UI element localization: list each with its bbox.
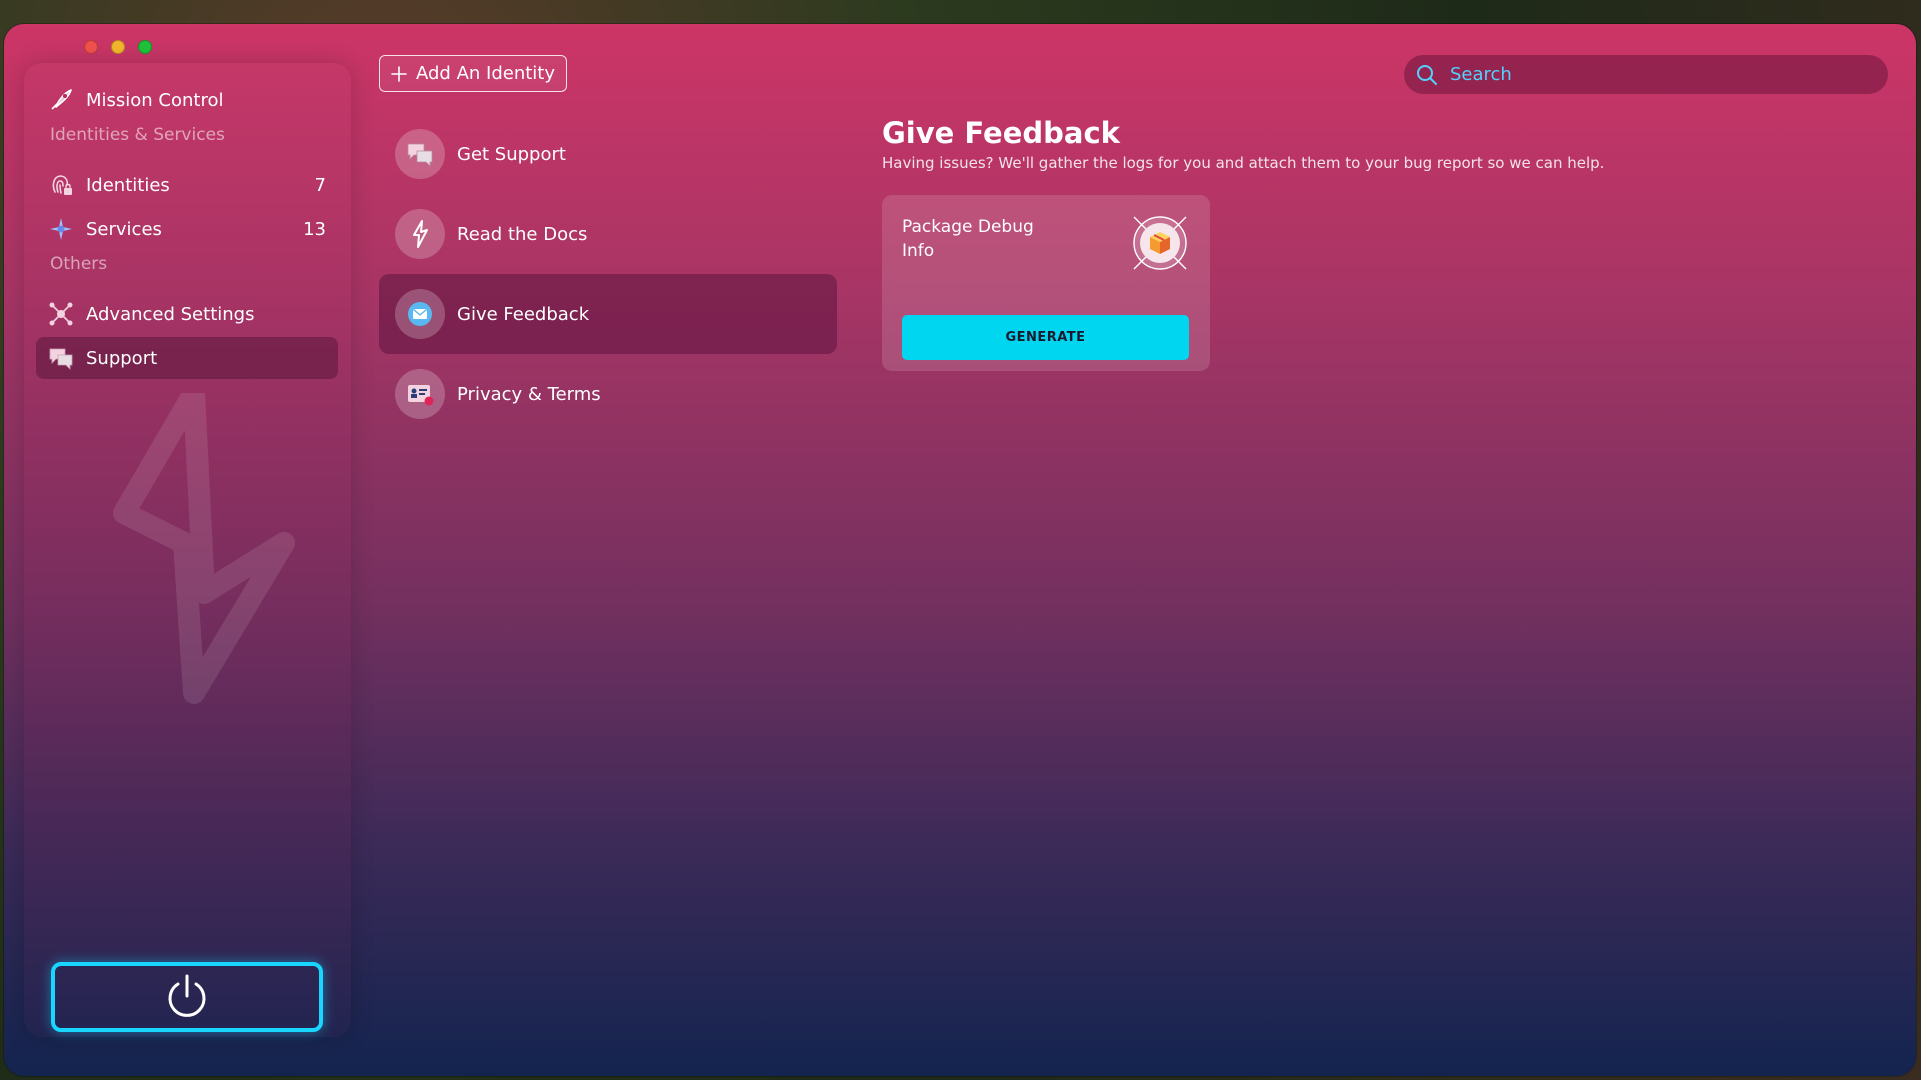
generate-button[interactable]: GENERATE — [902, 315, 1189, 360]
sidebar-item-label: Mission Control — [86, 89, 224, 111]
close-window-button[interactable] — [84, 40, 98, 54]
debug-info-card: Package Debug Info GENERATE — [882, 195, 1210, 371]
plus-icon — [391, 65, 407, 82]
page-title: Give Feedback — [882, 116, 1120, 150]
chat-bubbles-icon — [395, 129, 445, 179]
sidebar-item-label: Support — [86, 347, 158, 369]
fingerprint-lock-icon — [48, 172, 74, 198]
sidebar: Mission Control Identities & Services Id… — [24, 63, 351, 1037]
search-input[interactable] — [1448, 63, 1872, 86]
power-icon — [168, 974, 206, 1017]
add-identity-button[interactable]: Add An Identity — [379, 55, 567, 92]
id-card-icon — [395, 369, 445, 419]
sidebar-item-support[interactable]: Support — [36, 337, 338, 379]
sidebar-item-identities[interactable]: Identities 7 — [36, 164, 338, 206]
section-label-identities-services: Identities & Services — [50, 125, 225, 145]
support-item-label: Read the Docs — [457, 223, 588, 245]
sidebar-item-services[interactable]: Services 13 — [36, 208, 338, 250]
window-controls — [84, 40, 152, 54]
search-bar[interactable] — [1404, 55, 1888, 94]
sidebar-item-advanced-settings[interactable]: Advanced Settings — [36, 293, 338, 335]
support-item-privacy-terms[interactable]: Privacy & Terms — [379, 354, 837, 434]
lightning-icon — [395, 209, 445, 259]
sidebar-item-label: Services — [86, 218, 162, 240]
support-item-read-the-docs[interactable]: Read the Docs — [379, 194, 837, 274]
maximize-window-button[interactable] — [138, 40, 152, 54]
add-identity-label: Add An Identity — [416, 63, 555, 84]
page-description: Having issues? We'll gather the logs for… — [882, 154, 1605, 172]
package-icon — [1133, 216, 1187, 270]
app-window: Mission Control Identities & Services Id… — [4, 24, 1916, 1076]
sidebar-item-label: Advanced Settings — [86, 303, 255, 325]
chat-bubbles-icon — [48, 345, 74, 371]
support-item-label: Get Support — [457, 143, 566, 165]
card-title: Package Debug Info — [902, 217, 1034, 261]
sidebar-item-label: Identities — [86, 174, 170, 196]
minimize-window-button[interactable] — [111, 40, 125, 54]
rocket-icon — [48, 87, 74, 113]
section-label-others: Others — [50, 254, 108, 274]
support-item-get-support[interactable]: Get Support — [379, 114, 837, 194]
search-icon — [1417, 64, 1437, 85]
sidebar-item-mission-control[interactable]: Mission Control — [36, 79, 338, 121]
mail-icon — [395, 289, 445, 339]
support-item-label: Give Feedback — [457, 303, 590, 325]
power-toggle-button[interactable] — [51, 962, 323, 1032]
ziti-logo-watermark-icon — [113, 393, 295, 704]
services-count: 13 — [303, 218, 326, 240]
network-settings-icon — [48, 301, 74, 327]
services-star-icon — [48, 216, 74, 242]
identities-count: 7 — [314, 174, 326, 196]
support-item-label: Privacy & Terms — [457, 383, 601, 405]
support-item-give-feedback[interactable]: Give Feedback — [379, 274, 837, 354]
